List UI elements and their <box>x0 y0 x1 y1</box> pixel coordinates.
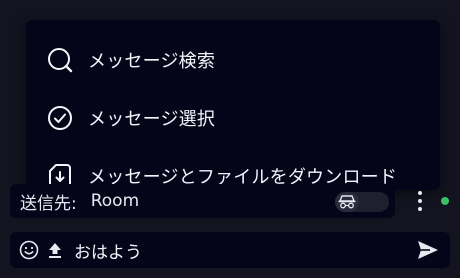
send-icon[interactable] <box>416 238 440 262</box>
chat-composer-area: メッセージ検索 メッセージ選択 メッセージとファイルをダウンロード 送信先: R… <box>0 0 460 278</box>
emoji-icon[interactable] <box>18 239 40 261</box>
search-icon <box>46 46 74 74</box>
check-circle-icon <box>46 104 74 132</box>
upload-icon[interactable] <box>44 239 66 261</box>
menu-item-search-messages[interactable]: メッセージ検索 <box>26 31 440 89</box>
incognito-toggle[interactable] <box>335 192 389 212</box>
more-options-icon[interactable] <box>412 189 428 213</box>
menu-item-label: メッセージ選択 <box>88 109 216 130</box>
incognito-icon <box>335 192 359 212</box>
menu-item-label: メッセージ検索 <box>88 51 216 72</box>
menu-item-select-messages[interactable]: メッセージ選択 <box>26 89 440 147</box>
message-composer <box>10 232 450 268</box>
recipient-value: Room <box>90 191 140 211</box>
options-menu: メッセージ検索 メッセージ選択 メッセージとファイルをダウンロード <box>26 20 440 190</box>
recipient-label: 送信先: <box>20 193 77 214</box>
status-indicator <box>441 197 449 205</box>
recipient-selector[interactable]: 送信先: Room <box>10 184 395 218</box>
message-input[interactable] <box>70 240 394 260</box>
